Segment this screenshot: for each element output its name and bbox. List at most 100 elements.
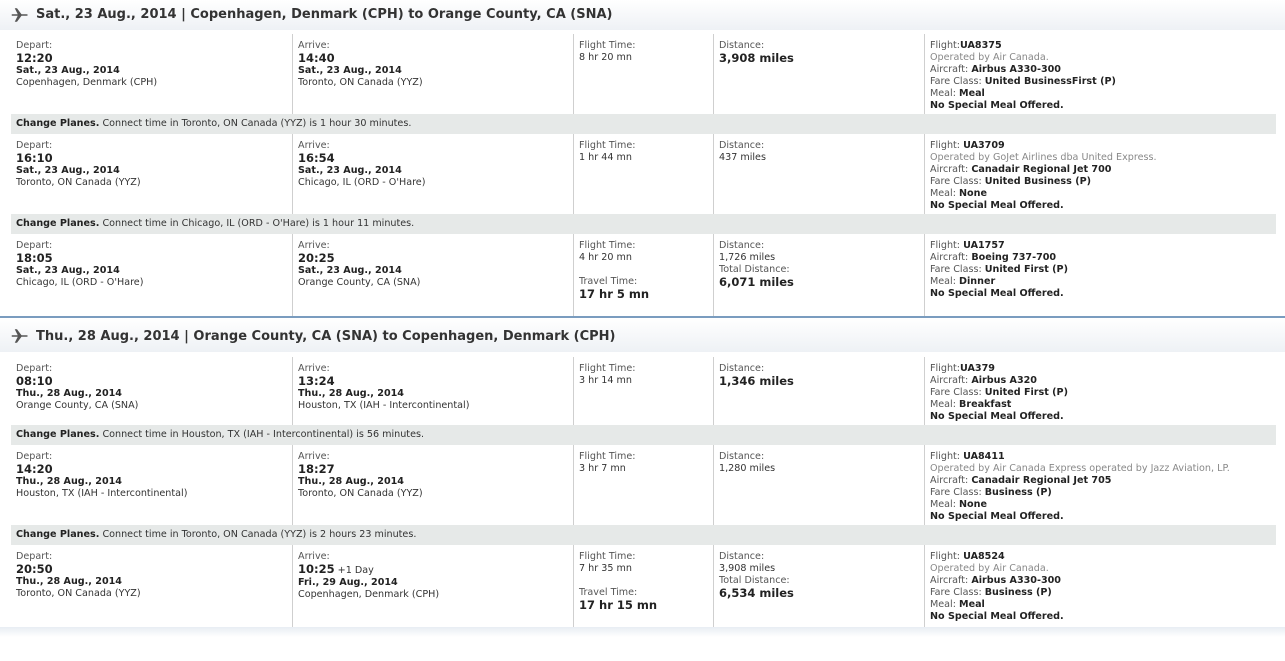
depart-city: Houston, TX (IAH - Intercontinental)	[16, 488, 188, 499]
flight-segment: Depart: 08:10 Thu., 28 Aug., 2014 Orange…	[11, 357, 1276, 425]
connection-info: Change Planes. Connect time in Toronto, …	[11, 525, 1276, 545]
flight-number[interactable]: UA8524	[963, 551, 1005, 562]
flight-time-cell: Flight Time: 3 hr 14 mn	[573, 357, 710, 425]
flight-segment: Depart: 20:50 Thu., 28 Aug., 2014 Toront…	[11, 545, 1276, 627]
arrive-time: 13:24	[298, 374, 335, 388]
depart-label: Depart:	[16, 140, 53, 151]
flight-time-cell: Flight Time: 4 hr 20 mn Travel Time: 17 …	[573, 234, 710, 316]
flight-number[interactable]: UA3709	[963, 140, 1005, 151]
depart-date: Sat., 23 Aug., 2014	[16, 165, 120, 176]
aircraft-label: Aircraft:	[930, 164, 969, 175]
arrive-city: Copenhagen, Denmark (CPH)	[298, 589, 440, 600]
flight-time: 3 hr 14 mn	[579, 375, 632, 386]
aircraft-label: Aircraft:	[930, 375, 969, 386]
distance-label: Distance:	[719, 451, 765, 462]
flight-info-cell: Flight: UA3709 Operated by GoJet Airline…	[924, 134, 1277, 214]
depart-city: Chicago, IL (ORD - O'Hare)	[16, 277, 144, 288]
arrive-date: Thu., 28 Aug., 2014	[298, 476, 404, 487]
flight-info-cell: Flight:UA8375 Operated by Air Canada. Ai…	[924, 34, 1277, 114]
meal: Breakfast	[959, 399, 1012, 410]
arrive-label: Arrive:	[298, 551, 330, 562]
aircraft-label: Aircraft:	[930, 252, 969, 263]
arrive-label: Arrive:	[298, 240, 330, 251]
flight-number[interactable]: UA8411	[963, 451, 1005, 462]
depart-cell: Depart: 18:05 Sat., 23 Aug., 2014 Chicag…	[11, 234, 287, 316]
depart-time: 20:50	[16, 562, 53, 576]
trip-header: Sat., 23 Aug., 2014 | Copenhagen, Denmar…	[0, 0, 1285, 30]
operated-by: Operated by Air Canada.	[930, 52, 1049, 63]
change-planes-label: Change Planes.	[16, 529, 100, 540]
special-meal: No Special Meal Offered.	[930, 200, 1064, 211]
arrive-time: 20:25	[298, 251, 335, 265]
depart-label: Depart:	[16, 240, 53, 251]
fare-class: Business (P)	[984, 587, 1052, 598]
flight-time-label: Flight Time:	[579, 551, 636, 562]
travel-time: 17 hr 15 mn	[579, 598, 658, 612]
special-meal: No Special Meal Offered.	[930, 100, 1064, 111]
depart-cell: Depart: 08:10 Thu., 28 Aug., 2014 Orange…	[11, 357, 287, 425]
depart-city: Toronto, ON Canada (YYZ)	[16, 588, 141, 599]
distance-cell: Distance: 3,908 miles	[713, 34, 920, 114]
depart-time: 12:20	[16, 51, 53, 65]
depart-date: Thu., 28 Aug., 2014	[16, 576, 122, 587]
depart-label: Depart:	[16, 451, 53, 462]
flight-time-cell: Flight Time: 7 hr 35 mn Travel Time: 17 …	[573, 545, 710, 627]
change-planes-label: Change Planes.	[16, 429, 100, 440]
distance-cell: Distance: 1,726 miles Total Distance: 6,…	[713, 234, 920, 316]
aircraft-label: Aircraft:	[930, 64, 969, 75]
flight-time-cell: Flight Time: 8 hr 20 mn	[573, 34, 710, 114]
distance-label: Distance:	[719, 140, 765, 151]
trip-header: Thu., 28 Aug., 2014 | Orange County, CA …	[0, 318, 1285, 352]
meal-label: Meal:	[930, 499, 956, 510]
meal: None	[959, 499, 987, 510]
flight-label: Flight:	[930, 363, 961, 374]
depart-date: Sat., 23 Aug., 2014	[16, 265, 120, 276]
total-distance: 6,071 miles	[719, 275, 794, 289]
flight-number[interactable]: UA379	[960, 363, 995, 374]
aircraft: Canadair Regional Jet 700	[971, 164, 1112, 175]
distance: 3,908 miles	[719, 563, 776, 574]
flight-time: 3 hr 7 mn	[579, 463, 626, 474]
fare-label: Fare Class:	[930, 587, 982, 598]
flight-time-cell: Flight Time: 3 hr 7 mn	[573, 445, 710, 525]
distance-cell: Distance: 437 miles	[713, 134, 920, 214]
arrive-cell: Arrive: 13:24 Thu., 28 Aug., 2014 Housto…	[292, 357, 569, 425]
depart-city: Orange County, CA (SNA)	[16, 400, 139, 411]
arrive-cell: Arrive: 14:40 Sat., 23 Aug., 2014 Toront…	[292, 34, 569, 114]
arrive-cell: Arrive: 10:25 +1 Day Fri., 29 Aug., 2014…	[292, 545, 569, 627]
arrive-label: Arrive:	[298, 40, 330, 51]
depart-label: Depart:	[16, 551, 53, 562]
depart-cell: Depart: 14:20 Thu., 28 Aug., 2014 Housto…	[11, 445, 287, 525]
flight-segment: Depart: 18:05 Sat., 23 Aug., 2014 Chicag…	[11, 234, 1276, 316]
airplane-icon	[11, 8, 28, 22]
aircraft: Airbus A330-300	[971, 64, 1061, 75]
arrive-city: Orange County, CA (SNA)	[298, 277, 421, 288]
depart-date: Thu., 28 Aug., 2014	[16, 476, 122, 487]
flight-time: 1 hr 44 mn	[579, 152, 632, 163]
meal: Meal	[959, 88, 985, 99]
travel-time: 17 hr 5 mn	[579, 287, 650, 301]
flight-number[interactable]: UA1757	[963, 240, 1005, 251]
connection-info: Change Planes. Connect time in Chicago, …	[11, 214, 1276, 234]
flight-segment: Depart: 16:10 Sat., 23 Aug., 2014 Toront…	[11, 134, 1276, 214]
depart-city: Toronto, ON Canada (YYZ)	[16, 177, 141, 188]
meal: Dinner	[959, 276, 996, 287]
flight-info-cell: Flight: UA8411 Operated by Air Canada Ex…	[924, 445, 1277, 525]
operated-by: Operated by Air Canada Express operated …	[930, 463, 1230, 474]
flight-number[interactable]: UA8375	[960, 40, 1002, 51]
special-meal: No Special Meal Offered.	[930, 411, 1064, 422]
depart-time: 14:20	[16, 462, 53, 476]
arrive-label: Arrive:	[298, 451, 330, 462]
distance: 437 miles	[719, 152, 766, 163]
arrive-city: Chicago, IL (ORD - O'Hare)	[298, 177, 426, 188]
meal-label: Meal:	[930, 188, 956, 199]
arrive-time: 16:54	[298, 151, 335, 165]
depart-cell: Depart: 12:20 Sat., 23 Aug., 2014 Copenh…	[11, 34, 287, 114]
depart-time: 08:10	[16, 374, 53, 388]
operated-by: Operated by Air Canada.	[930, 563, 1049, 574]
arrive-city: Houston, TX (IAH - Intercontinental)	[298, 400, 470, 411]
arrive-date: Sat., 23 Aug., 2014	[298, 65, 402, 76]
aircraft: Boeing 737-700	[971, 252, 1057, 263]
arrive-label: Arrive:	[298, 140, 330, 151]
change-planes-label: Change Planes.	[16, 118, 100, 129]
